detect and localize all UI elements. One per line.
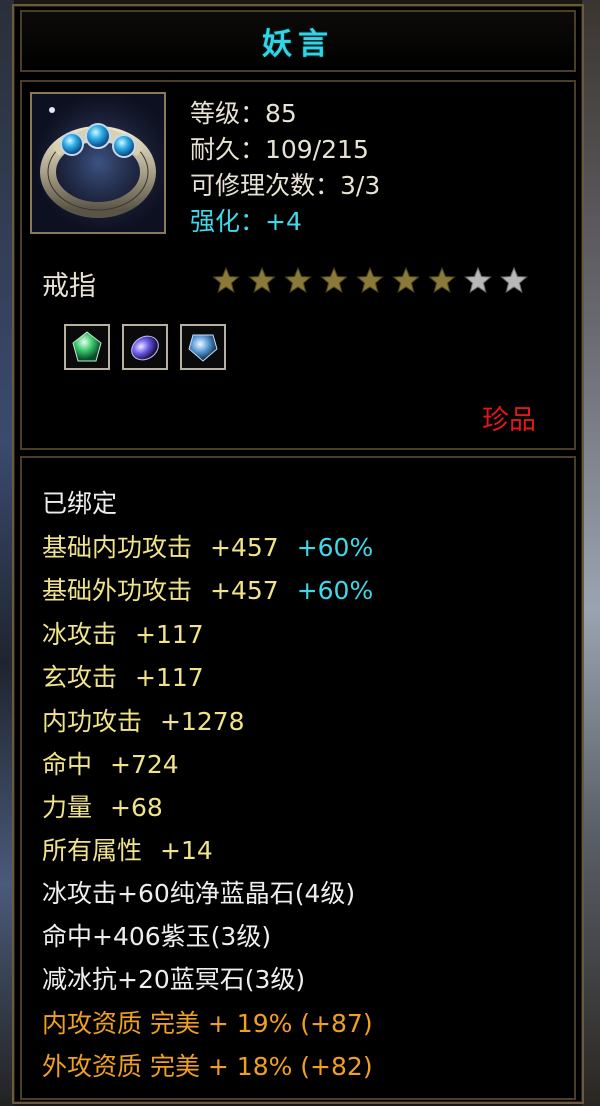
star-filled-icon [284,266,312,294]
star-empty-icon [500,266,528,294]
gem-effect-3: 减冰抗+20蓝冥石(3级) [42,965,306,994]
item-type-label: 戒指 [42,271,96,302]
item-repair-count: 可修理次数：3/3 [190,171,381,200]
star-filled-icon [428,266,456,294]
attr-all-attributes: 所有属性 +14 [42,836,213,865]
quality-inner-attack: 内攻资质 完美 + 19% (+87) [42,1009,373,1038]
attr-base-outer-attack: 基础外功攻击 +457 +60% [42,576,374,605]
quality-outer-attack: 外攻资质 完美 + 18% (+82) [42,1052,373,1081]
attr-inner-attack: 内功攻击 +1278 [42,707,245,736]
rarity-label: 珍品 [482,405,536,436]
item-title-bar: 妖言 [20,10,576,72]
socketed-gems [64,324,226,370]
item-enhance-level: 强化：+4 [190,207,302,236]
item-level: 等级：85 [190,99,297,128]
ring-item-icon [30,92,166,234]
star-filled-icon [212,266,240,294]
blue-gem-icon[interactable] [180,324,226,370]
purple-gem-icon[interactable] [122,324,168,370]
green-gem-icon[interactable] [64,324,110,370]
item-durability: 耐久：109/215 [190,135,369,164]
gem-effect-2: 命中+406紫玉(3级) [42,922,272,951]
star-filled-icon [320,266,348,294]
item-name: 妖言 [262,27,334,62]
star-filled-icon [392,266,420,294]
star-filled-icon [248,266,276,294]
background-scenery-right [582,0,600,1106]
attr-base-inner-attack: 基础内功攻击 +457 +60% [42,533,374,562]
attr-xuan-attack: 玄攻击 +117 [42,663,204,692]
attr-strength: 力量 +68 [42,793,163,822]
attr-ice-attack: 冰攻击 +117 [42,620,204,649]
star-filled-icon [356,266,384,294]
bound-status: 已绑定 [42,489,118,518]
star-empty-icon [464,266,492,294]
attr-hit: 命中 +724 [42,750,179,779]
gem-effect-1: 冰攻击+60纯净蓝晶石(4级) [42,879,356,908]
star-rating [212,266,528,294]
